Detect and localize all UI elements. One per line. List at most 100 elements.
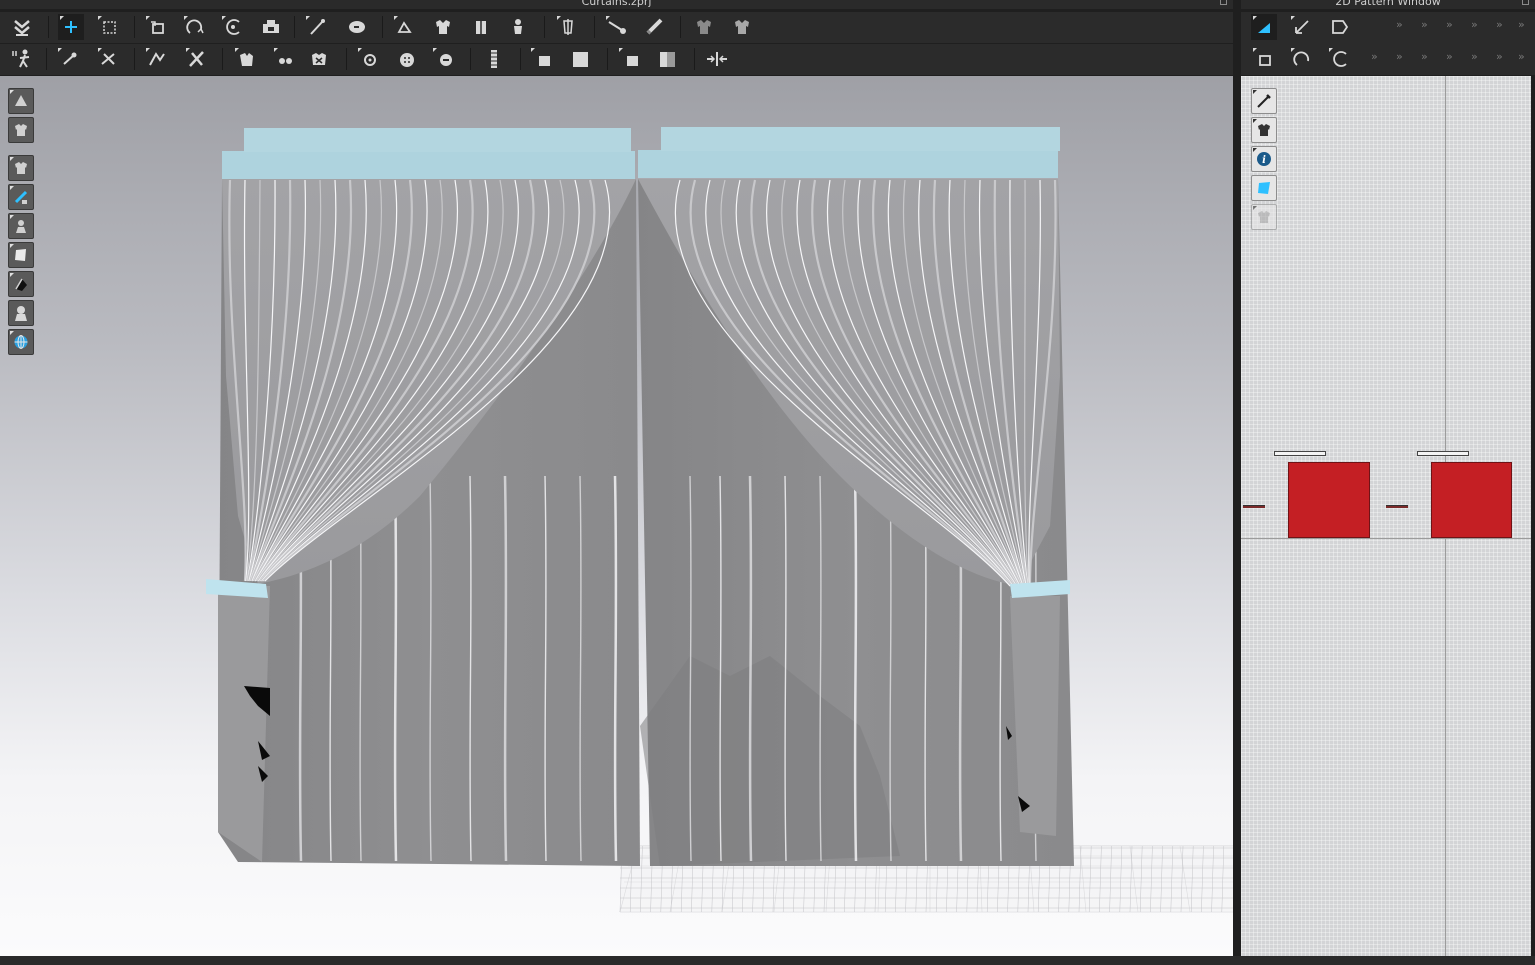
toolbar-overflow-icon[interactable]: » bbox=[1471, 50, 1478, 63]
fold-highlight bbox=[853, 475, 858, 862]
zipper-icon[interactable] bbox=[481, 46, 507, 72]
lock-tool-icon[interactable] bbox=[1251, 204, 1277, 230]
select-move-icon[interactable] bbox=[58, 14, 84, 40]
puckering-elastic-icon[interactable] bbox=[529, 46, 555, 72]
fold-highlight bbox=[719, 475, 722, 862]
select-box-icon[interactable] bbox=[96, 14, 122, 40]
fold-highlight bbox=[393, 475, 398, 862]
fold-arrangement-icon[interactable] bbox=[182, 14, 208, 40]
toolbar-overflow-icon[interactable]: » bbox=[1496, 18, 1503, 31]
edit-sewing-icon[interactable] bbox=[392, 14, 418, 40]
create-rectangle-icon[interactable] bbox=[1327, 14, 1353, 40]
show-avatar-icon[interactable] bbox=[8, 88, 34, 114]
show-silhouette-icon[interactable] bbox=[8, 271, 34, 297]
show-garment-icon[interactable] bbox=[8, 117, 34, 143]
toolbar-overflow-icon[interactable]: » bbox=[1421, 18, 1428, 31]
show-texture-icon[interactable] bbox=[8, 242, 34, 268]
curtain-scene[interactable] bbox=[0, 76, 1233, 956]
transform-pattern-icon[interactable] bbox=[1251, 46, 1277, 72]
edit-pattern-icon[interactable] bbox=[1251, 14, 1277, 40]
fold-highlight bbox=[689, 475, 692, 862]
transform-pattern-icon[interactable] bbox=[144, 14, 170, 40]
hook-icon[interactable] bbox=[306, 46, 332, 72]
fold-icon[interactable] bbox=[468, 14, 494, 40]
show-pattern-outline-icon[interactable] bbox=[8, 184, 34, 210]
fold-highlight bbox=[748, 475, 753, 862]
segment-sewing-icon[interactable] bbox=[304, 14, 330, 40]
left-tieback-pattern[interactable] bbox=[1243, 505, 1265, 508]
rotate-pattern-icon[interactable] bbox=[220, 14, 246, 40]
pen-tool-icon[interactable] bbox=[1251, 88, 1277, 114]
arrangement-icon[interactable] bbox=[258, 14, 284, 40]
app-window: Curtains.zprj 2D Pattern Window » » » » … bbox=[0, 0, 1535, 965]
toolbar-overflow-icon[interactable]: » bbox=[1446, 50, 1453, 63]
left-curtain-rod-top[interactable] bbox=[244, 128, 631, 152]
trim-icon[interactable] bbox=[356, 46, 382, 72]
fold-highlight bbox=[579, 475, 582, 862]
buttonhole-icon[interactable] bbox=[272, 46, 298, 72]
measure-tape-icon[interactable] bbox=[604, 14, 630, 40]
toolbar-overflow-icon[interactable]: » bbox=[1518, 50, 1525, 63]
toolbar-overflow-icon[interactable]: » bbox=[1421, 50, 1428, 63]
puckering-icon[interactable] bbox=[505, 14, 531, 40]
right-curtain-rod[interactable] bbox=[638, 150, 1058, 178]
right-curtain-pattern[interactable] bbox=[1431, 462, 1512, 538]
simulation-icon[interactable] bbox=[9, 14, 35, 40]
show-garment-icon[interactable] bbox=[729, 14, 755, 40]
pattern-axis-horizontal bbox=[1241, 538, 1531, 539]
toolbar-overflow-icon[interactable]: » bbox=[1396, 50, 1403, 63]
edit-pin-icon[interactable] bbox=[96, 46, 122, 72]
edit-curvature-icon[interactable] bbox=[184, 46, 210, 72]
right-rod-pattern[interactable] bbox=[1417, 451, 1469, 456]
right-tieback-pattern[interactable] bbox=[1386, 505, 1408, 508]
avatar-pose-icon[interactable] bbox=[9, 46, 35, 72]
3d-viewport[interactable] bbox=[0, 76, 1233, 956]
fabric-flat-icon[interactable] bbox=[655, 46, 681, 72]
rotate-pattern-icon[interactable] bbox=[1327, 46, 1353, 72]
pin-tool-icon[interactable] bbox=[56, 46, 82, 72]
show-3d-pen-icon[interactable] bbox=[8, 155, 34, 181]
toolbar-overflow-icon[interactable]: » bbox=[1471, 18, 1478, 31]
stretch-icon[interactable] bbox=[617, 46, 643, 72]
right-curtain-rod-top[interactable] bbox=[661, 127, 1060, 151]
unfold-icon[interactable] bbox=[704, 46, 730, 72]
pin-icon[interactable] bbox=[555, 14, 581, 40]
show-avatar-mesh-icon[interactable] bbox=[8, 213, 34, 239]
left-curtain-pattern[interactable] bbox=[1288, 462, 1370, 538]
info-tool-icon[interactable]: i bbox=[1251, 146, 1277, 172]
viewport-title: Curtains.zprj bbox=[581, 0, 652, 8]
fold-highlight bbox=[544, 475, 547, 862]
fold-arrangement-icon[interactable] bbox=[1289, 46, 1315, 72]
left-rod-pattern[interactable] bbox=[1274, 451, 1326, 456]
button-icon[interactable] bbox=[233, 46, 259, 72]
minimize-icon[interactable] bbox=[1220, 0, 1227, 5]
left-curtain-rod[interactable] bbox=[222, 151, 635, 179]
show-avatar-silhouette-icon[interactable] bbox=[8, 300, 34, 326]
fabric-solid-icon[interactable] bbox=[568, 46, 594, 72]
toolbar-overflow-icon[interactable]: » bbox=[1446, 18, 1453, 31]
transform-pattern-2d-icon[interactable] bbox=[1289, 14, 1315, 40]
hide-garment-icon[interactable] bbox=[691, 14, 717, 40]
line-length-icon[interactable] bbox=[642, 14, 668, 40]
toolbar-overflow-icon[interactable]: » bbox=[1371, 50, 1378, 63]
minimize-icon[interactable] bbox=[1522, 0, 1529, 5]
toolbar-overflow-icon[interactable]: » bbox=[1518, 18, 1525, 31]
texture-tool-icon[interactable] bbox=[1251, 175, 1277, 201]
toolbar-overflow-icon[interactable]: » bbox=[1496, 50, 1503, 63]
pattern-window-title: 2D Pattern Window bbox=[1335, 0, 1441, 8]
avatar-garment-icon[interactable] bbox=[430, 14, 456, 40]
buttonhole-lock-icon[interactable] bbox=[431, 46, 457, 72]
smoothing-icon[interactable] bbox=[144, 46, 170, 72]
toolbar-2d: » » » » » » » » » » » » » bbox=[1241, 12, 1535, 75]
2d-pattern-window[interactable]: i bbox=[1241, 76, 1531, 956]
fold-highlight bbox=[429, 475, 432, 862]
pattern-title-bar: 2D Pattern Window bbox=[1241, 0, 1535, 9]
garment-tool-icon[interactable] bbox=[1251, 117, 1277, 143]
svg-text:i: i bbox=[1262, 155, 1266, 166]
toolbar-overflow-icon[interactable]: » bbox=[1396, 18, 1403, 31]
toolbar-3d-row-2 bbox=[0, 44, 1233, 75]
toolbar-3d-row-1 bbox=[0, 12, 1233, 43]
free-sewing-icon[interactable] bbox=[344, 14, 370, 40]
show-environment-icon[interactable] bbox=[8, 329, 34, 355]
select-trim-icon[interactable] bbox=[394, 46, 420, 72]
